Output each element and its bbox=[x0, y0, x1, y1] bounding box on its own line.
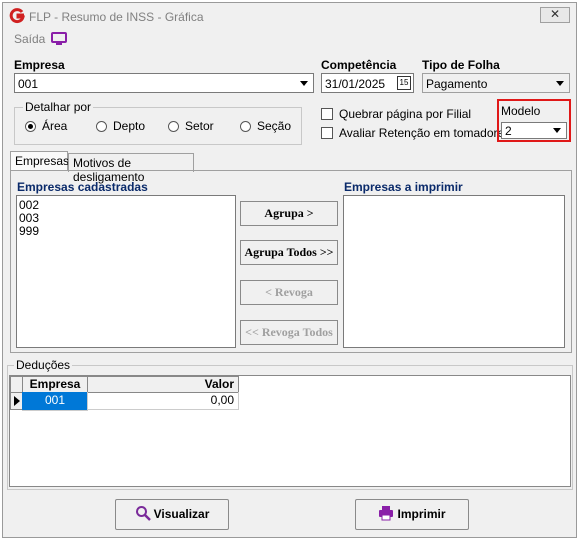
radio-dot bbox=[168, 120, 179, 132]
quebrar-checkbox[interactable]: Quebrar página por Filial bbox=[321, 107, 471, 121]
radio-dot bbox=[240, 120, 251, 132]
avaliar-checkbox[interactable]: Avaliar Retenção em tomadores bbox=[321, 126, 510, 140]
revoga-button-label: < Revoga bbox=[265, 285, 313, 299]
app-logo-icon bbox=[9, 8, 25, 24]
checkbox-box bbox=[321, 108, 333, 120]
title-bar: FLP - Resumo de INSS - Gráfica ✕ bbox=[3, 3, 576, 29]
revoga-todos-button[interactable]: << Revoga Todos bbox=[240, 320, 338, 345]
detalhar-title: Detalhar por bbox=[23, 100, 94, 114]
radio-area[interactable]: Área bbox=[25, 119, 67, 133]
radio-secao-label: Seção bbox=[257, 119, 292, 133]
radio-dot bbox=[96, 120, 107, 132]
menu-saida[interactable]: Saída bbox=[14, 32, 45, 46]
competencia-label: Competência bbox=[321, 58, 397, 72]
close-icon: ✕ bbox=[549, 7, 561, 21]
modelo-select[interactable]: 2 bbox=[501, 122, 567, 139]
radio-setor-label: Setor bbox=[185, 119, 214, 133]
agrupa-button[interactable]: Agrupa > bbox=[240, 201, 338, 226]
checkbox-box bbox=[321, 127, 333, 139]
radio-dot bbox=[25, 120, 36, 132]
monitor-icon[interactable] bbox=[51, 32, 67, 46]
radio-area-label: Área bbox=[42, 119, 68, 133]
col-header-valor[interactable]: Valor bbox=[87, 376, 239, 393]
table-cell-empresa[interactable]: 001 bbox=[22, 392, 88, 411]
main-window: FLP - Resumo de INSS - Gráfica ✕ Saída E… bbox=[2, 2, 577, 538]
modelo-label: Modelo bbox=[501, 104, 541, 118]
row-pointer-icon bbox=[14, 396, 20, 406]
empresas-cadastradas-list[interactable]: 002 003 999 bbox=[16, 195, 236, 348]
table-cell-valor[interactable]: 0,00 bbox=[87, 392, 239, 410]
imprimir-button-label: Imprimir bbox=[397, 507, 446, 521]
empresa-label: Empresa bbox=[14, 58, 65, 72]
imprimir-button[interactable]: Imprimir bbox=[355, 499, 469, 530]
search-icon bbox=[135, 506, 151, 521]
empresas-cadastradas-title: Empresas cadastradas bbox=[17, 180, 148, 194]
tab-empresas[interactable]: Empresas bbox=[10, 151, 70, 171]
empresas-imprimir-title: Empresas a imprimir bbox=[344, 180, 463, 194]
avaliar-label: Avaliar Retenção em tomadores bbox=[339, 126, 511, 140]
visualizar-button-label: Visualizar bbox=[153, 507, 210, 521]
close-button[interactable]: ✕ bbox=[540, 7, 570, 23]
list-item[interactable]: 002 bbox=[17, 199, 235, 212]
empresa-select[interactable]: 001 bbox=[14, 73, 314, 93]
list-item[interactable]: 003 bbox=[17, 212, 235, 225]
competencia-date-field[interactable]: 31/01/2025 15 bbox=[321, 73, 414, 93]
deducoes-title: Deduções bbox=[14, 358, 73, 372]
agrupa-button-label: Agrupa > bbox=[264, 206, 314, 220]
tipo-folha-value: Pagamento bbox=[426, 77, 488, 91]
competencia-value: 31/01/2025 bbox=[325, 77, 386, 91]
deducoes-grid[interactable]: Empresa Valor 001 0,00 bbox=[9, 375, 571, 487]
visualizar-button[interactable]: Visualizar bbox=[115, 499, 229, 530]
quebrar-label: Quebrar página por Filial bbox=[339, 107, 472, 121]
col-header-empresa[interactable]: Empresa bbox=[22, 376, 88, 393]
revoga-todos-button-label: << Revoga Todos bbox=[245, 325, 333, 339]
empresas-imprimir-list[interactable] bbox=[343, 195, 565, 348]
chevron-down-icon[interactable] bbox=[549, 124, 565, 137]
radio-depto[interactable]: Depto bbox=[96, 119, 145, 133]
printer-icon bbox=[379, 506, 394, 521]
revoga-button[interactable]: < Revoga bbox=[240, 280, 338, 305]
radio-depto-label: Depto bbox=[113, 119, 146, 133]
window-title: FLP - Resumo de INSS - Gráfica bbox=[29, 10, 204, 24]
radio-secao[interactable]: Seção bbox=[240, 119, 291, 133]
chevron-down-icon[interactable] bbox=[552, 75, 568, 91]
chevron-down-icon[interactable] bbox=[296, 75, 312, 91]
tipo-folha-label: Tipo de Folha bbox=[422, 58, 500, 72]
tab-empresas-label: Empresas bbox=[15, 154, 70, 168]
modelo-value: 2 bbox=[505, 124, 512, 138]
calendar-icon[interactable]: 15 bbox=[397, 76, 411, 90]
menu-saida-label: Saída bbox=[14, 32, 46, 46]
tipo-folha-select[interactable]: Pagamento bbox=[422, 73, 570, 93]
radio-setor[interactable]: Setor bbox=[168, 119, 214, 133]
agrupa-todos-button[interactable]: Agrupa Todos >> bbox=[240, 240, 338, 265]
list-item[interactable]: 999 bbox=[17, 225, 235, 238]
empresa-value: 001 bbox=[18, 77, 39, 91]
agrupa-todos-button-label: Agrupa Todos >> bbox=[244, 245, 334, 259]
